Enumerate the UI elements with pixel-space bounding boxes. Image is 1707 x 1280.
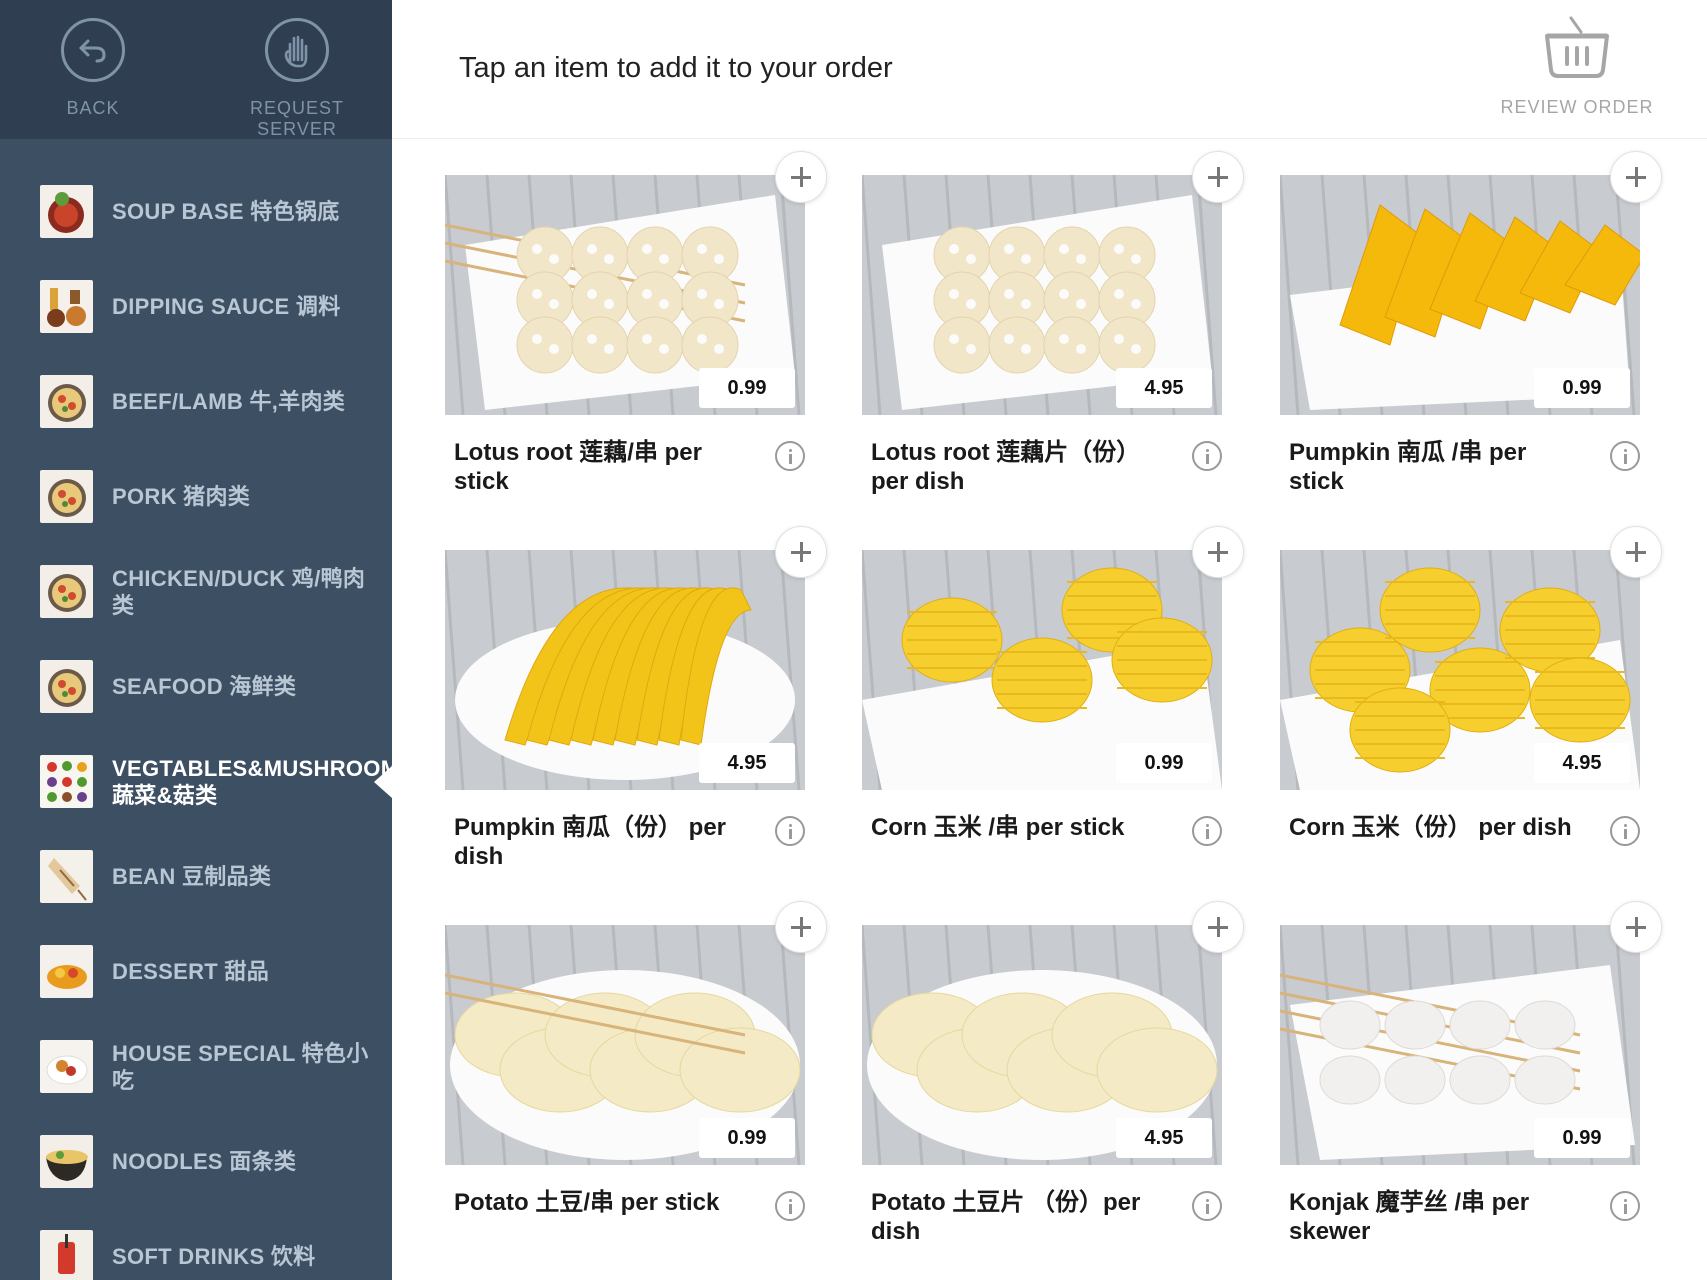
item-title: Corn 玉米（份） per dish bbox=[1289, 814, 1572, 841]
add-item-button[interactable] bbox=[1610, 901, 1662, 953]
seafood-icon bbox=[40, 660, 93, 713]
category-label: DESSERT 甜品 bbox=[112, 959, 270, 984]
add-item-button[interactable] bbox=[775, 151, 827, 203]
sidebar-category-bean[interactable]: BEAN 豆制品类 bbox=[0, 829, 392, 924]
request-server-label: REQUEST SERVER bbox=[249, 98, 344, 139]
category-label: VEGTABLES&MUSHROOM 蔬菜&菇类 bbox=[112, 755, 392, 808]
price-tag: 0.99 bbox=[1534, 368, 1630, 408]
chicken-duck-icon bbox=[40, 565, 93, 618]
price-tag: 4.95 bbox=[1116, 368, 1212, 408]
category-label: SEAFOOD 海鲜类 bbox=[112, 674, 297, 699]
category-label: HOUSE SPECIAL 特色小吃 bbox=[112, 1040, 369, 1093]
item-title: Potato 土豆片 （份）per dish bbox=[871, 1189, 1141, 1245]
main-header: Tap an item to add it to your order REVI… bbox=[392, 0, 1707, 139]
add-item-button[interactable] bbox=[775, 526, 827, 578]
menu-item-card[interactable]: 4.95 Corn 玉米（份） per dish bbox=[1280, 526, 1662, 900]
add-item-button[interactable] bbox=[775, 901, 827, 953]
price-tag: 4.95 bbox=[699, 743, 795, 783]
menu-main: Tap an item to add it to your order REVI… bbox=[392, 0, 1707, 1280]
vegetables-icon bbox=[40, 755, 93, 808]
soft-drinks-icon bbox=[40, 1230, 93, 1280]
category-sidebar: BACK REQUEST SERVER SOUP BASE 特色锅底 DIPPIN… bbox=[0, 0, 392, 1280]
info-icon[interactable] bbox=[1192, 441, 1222, 471]
pork-icon bbox=[40, 470, 93, 523]
dessert-icon bbox=[40, 945, 93, 998]
price-tag: 0.99 bbox=[699, 1118, 795, 1158]
bean-icon bbox=[40, 850, 93, 903]
item-title: Pumpkin 南瓜 /串 per stick bbox=[1289, 439, 1527, 495]
info-icon[interactable] bbox=[775, 816, 805, 846]
info-icon[interactable] bbox=[1192, 1191, 1222, 1221]
category-list: SOUP BASE 特色锅底 DIPPING SAUCE 调料 BEEF/LAMB … bbox=[0, 164, 392, 1280]
add-item-button[interactable] bbox=[1192, 901, 1244, 953]
price-tag: 0.99 bbox=[699, 368, 795, 408]
sidebar-category-house-special[interactable]: HOUSE SPECIAL 特色小吃 bbox=[0, 1019, 392, 1114]
menu-item-card[interactable]: 4.95 Lotus root 莲藕片（份） per dish bbox=[862, 151, 1244, 525]
info-icon[interactable] bbox=[775, 1191, 805, 1221]
menu-item-card[interactable]: 4.95 Pumpkin 南瓜（份） per dish bbox=[445, 526, 827, 900]
sidebar-category-dipping-sauce[interactable]: DIPPING SAUCE 调料 bbox=[0, 259, 392, 354]
basket-icon bbox=[1545, 16, 1609, 78]
menu-item-card[interactable]: 0.99 Potato 土豆/串 per stick bbox=[445, 901, 827, 1275]
category-label: SOUP BASE 特色锅底 bbox=[112, 199, 340, 224]
info-icon[interactable] bbox=[1610, 441, 1640, 471]
sidebar-category-soft-drinks[interactable]: SOFT DRINKS 饮料 bbox=[0, 1209, 392, 1280]
sidebar-category-beef-lamb[interactable]: BEEF/LAMB 牛,羊肉类 bbox=[0, 354, 392, 449]
category-label: BEAN 豆制品类 bbox=[112, 864, 272, 889]
category-label: NOODLES 面条类 bbox=[112, 1149, 297, 1174]
item-title: Konjak 魔芋丝 /串 per skewer bbox=[1289, 1189, 1530, 1245]
menu-item-card[interactable]: 0.99 Lotus root 莲藕/串 per stick bbox=[445, 151, 827, 525]
menu-item-card[interactable]: 0.99 Corn 玉米 /串 per stick bbox=[862, 526, 1244, 900]
price-tag: 4.95 bbox=[1534, 743, 1630, 783]
menu-item-card[interactable]: 0.99 Konjak 魔芋丝 /串 per skewer bbox=[1280, 901, 1662, 1275]
soup-base-icon bbox=[40, 185, 93, 238]
back-button[interactable]: BACK bbox=[8, 18, 178, 128]
category-label: CHICKEN/DUCK 鸡/鸭肉类 bbox=[112, 565, 366, 618]
back-arrow-icon bbox=[61, 18, 125, 82]
category-label: BEEF/LAMB 牛,羊肉类 bbox=[112, 389, 346, 414]
item-title: Lotus root 莲藕片（份） per dish bbox=[871, 439, 1141, 495]
category-label: DIPPING SAUCE 调料 bbox=[112, 294, 341, 319]
noodles-icon bbox=[40, 1135, 93, 1188]
menu-item-card[interactable]: 4.95 Potato 土豆片 （份）per dish bbox=[862, 901, 1244, 1275]
review-order-button[interactable]: REVIEW ORDER bbox=[1497, 14, 1657, 118]
price-tag: 0.99 bbox=[1534, 1118, 1630, 1158]
review-order-label: REVIEW ORDER bbox=[1500, 97, 1654, 117]
menu-item-card[interactable]: 0.99 Pumpkin 南瓜 /串 per stick bbox=[1280, 151, 1662, 525]
item-title: Corn 玉米 /串 per stick bbox=[871, 814, 1125, 841]
item-title: Potato 土豆/串 per stick bbox=[454, 1189, 720, 1216]
add-item-button[interactable] bbox=[1192, 526, 1244, 578]
sidebar-category-seafood[interactable]: SEAFOOD 海鲜类 bbox=[0, 639, 392, 734]
info-icon[interactable] bbox=[1610, 816, 1640, 846]
sidebar-category-dessert[interactable]: DESSERT 甜品 bbox=[0, 924, 392, 1019]
sidebar-topbar: BACK REQUEST SERVER bbox=[0, 0, 392, 139]
add-item-button[interactable] bbox=[1610, 151, 1662, 203]
item-title: Pumpkin 南瓜（份） per dish bbox=[454, 814, 727, 870]
add-item-button[interactable] bbox=[1610, 526, 1662, 578]
category-label: PORK 猪肉类 bbox=[112, 484, 251, 509]
house-special-icon bbox=[40, 1040, 93, 1093]
item-title: Lotus root 莲藕/串 per stick bbox=[454, 439, 702, 495]
sidebar-category-noodles[interactable]: NOODLES 面条类 bbox=[0, 1114, 392, 1209]
price-tag: 0.99 bbox=[1116, 743, 1212, 783]
sidebar-category-vegetables[interactable]: VEGTABLES&MUSHROOM 蔬菜&菇类 bbox=[0, 734, 392, 829]
sidebar-category-soup-base[interactable]: SOUP BASE 特色锅底 bbox=[0, 164, 392, 259]
instruction-text: Tap an item to add it to your order bbox=[459, 52, 893, 84]
info-icon[interactable] bbox=[775, 441, 805, 471]
raised-hand-icon bbox=[265, 18, 329, 82]
back-label: BACK bbox=[66, 98, 120, 118]
beef-lamb-icon bbox=[40, 375, 93, 428]
add-item-button[interactable] bbox=[1192, 151, 1244, 203]
category-label: SOFT DRINKS 饮料 bbox=[112, 1244, 316, 1269]
sidebar-category-chicken-duck[interactable]: CHICKEN/DUCK 鸡/鸭肉类 bbox=[0, 544, 392, 639]
price-tag: 4.95 bbox=[1116, 1118, 1212, 1158]
sidebar-category-pork[interactable]: PORK 猪肉类 bbox=[0, 449, 392, 544]
info-icon[interactable] bbox=[1192, 816, 1222, 846]
info-icon[interactable] bbox=[1610, 1191, 1640, 1221]
request-server-button[interactable]: REQUEST SERVER bbox=[212, 18, 382, 139]
dipping-sauce-icon bbox=[40, 280, 93, 333]
